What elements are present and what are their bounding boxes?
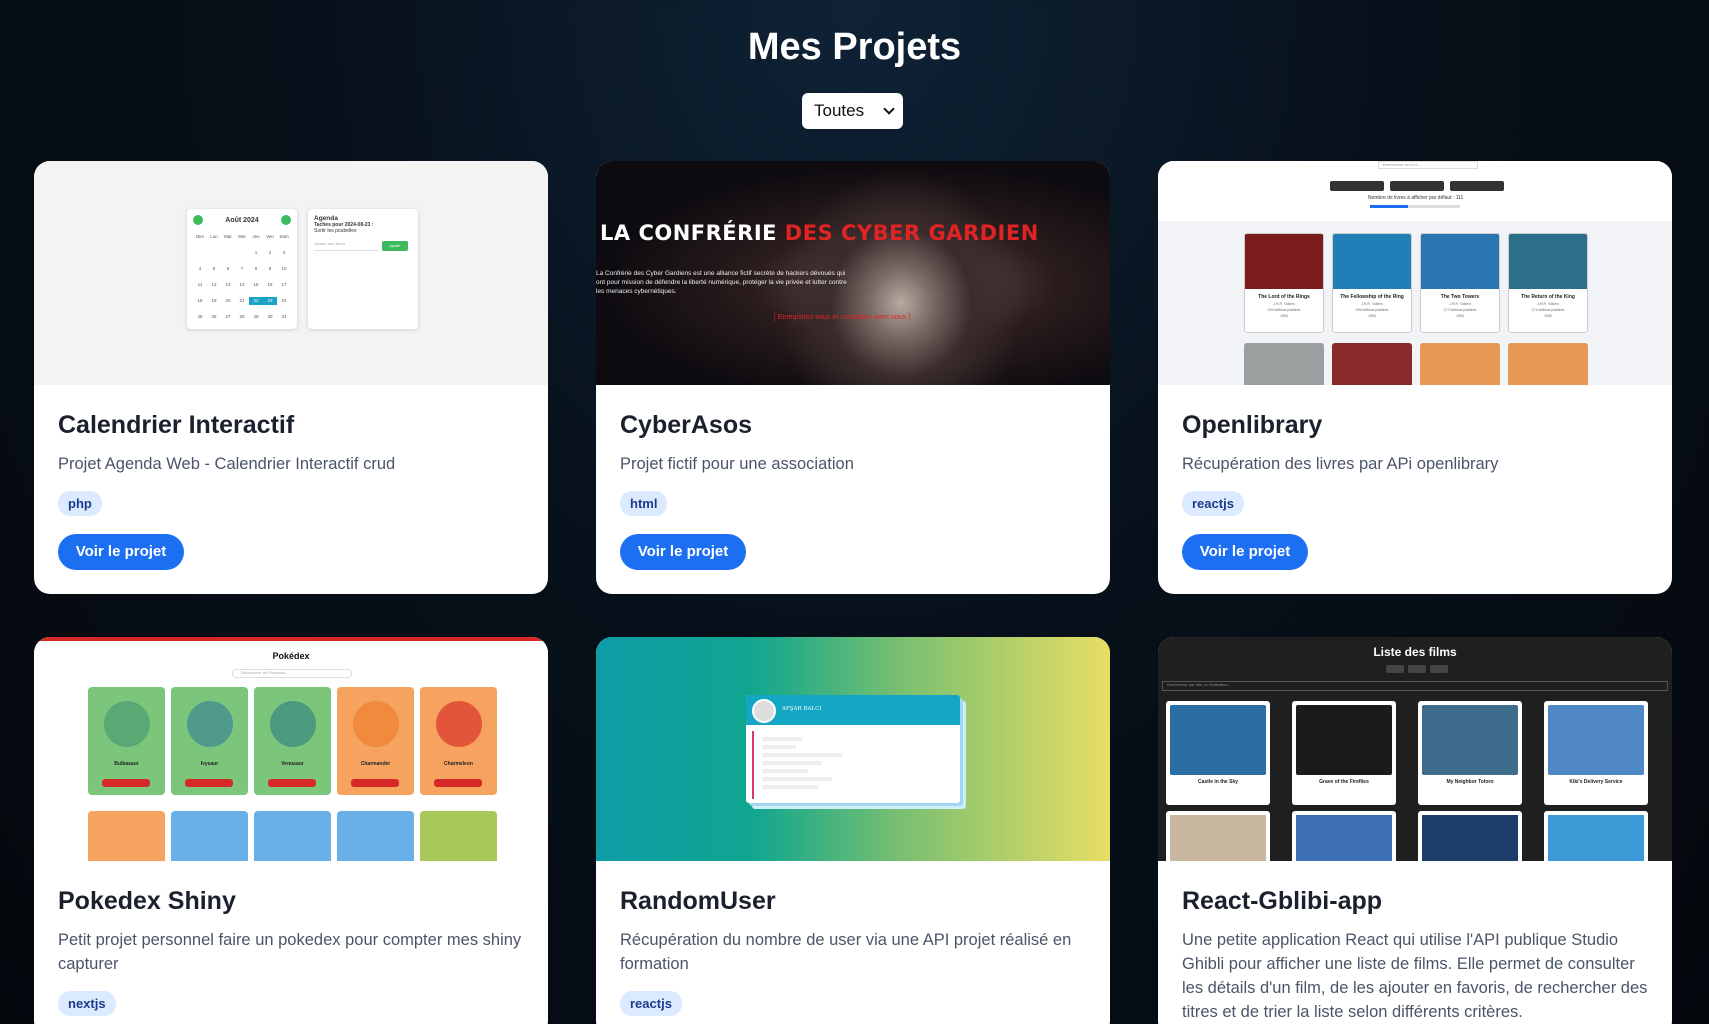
project-title: Pokedex Shiny: [58, 887, 236, 915]
film-card: Grave of the Fireflies: [1292, 701, 1396, 805]
pokemon-card: Charmander: [337, 687, 414, 795]
tech-tag: reactjs: [620, 991, 682, 1016]
book-card: The Lord of the Rings J.R.R. Tolkien 239…: [1244, 233, 1324, 333]
project-description: Projet Agenda Web - Calendrier Interacti…: [58, 455, 396, 473]
project-description: Projet fictif pour une association: [620, 455, 854, 473]
view-project-button[interactable]: Voir le projet: [58, 534, 184, 570]
project-card: Août 2024 Dim Lun Mar Mer Jeu Ven Sam 123 4567…: [34, 161, 548, 594]
user-profile-card: AFŞAR BALCI: [746, 695, 960, 803]
project-title: CyberAsos: [620, 411, 752, 439]
book-card: The Return of the King J.R.R. Tolkien 27…: [1508, 233, 1588, 333]
pokemon-card: Venusaur: [254, 687, 331, 795]
project-title: RandomUser: [620, 887, 776, 915]
project-description: Une petite application React qui utilise…: [1182, 931, 1648, 1021]
view-project-button[interactable]: Voir le projet: [1182, 534, 1308, 570]
filter-selected-value: Toutes: [814, 101, 865, 120]
project-thumbnail[interactable]: AFŞAR BALCI: [596, 637, 1110, 861]
avatar: [752, 699, 776, 723]
search-input: Rechercher un Pokémon...: [232, 669, 352, 678]
project-thumbnail[interactable]: Pokédex Rechercher un Pokémon... Bulbasa…: [34, 637, 548, 861]
project-description: Récupération des livres par APi openlibr…: [1182, 455, 1499, 473]
next-month-icon: [281, 215, 291, 225]
category-filter-select[interactable]: Toutes: [802, 93, 903, 129]
project-thumbnail[interactable]: Août 2024 Dim Lun Mar Mer Jeu Ven Sam 123 4567…: [34, 161, 548, 385]
chevron-down-icon: [883, 103, 895, 115]
project-card: Liste des films Rechercher par titre ou …: [1158, 637, 1672, 1024]
page-title: Mes Projets: [747, 26, 962, 68]
project-title: React-Gblibi-app: [1182, 887, 1383, 915]
calendar-widget: Août 2024 Dim Lun Mar Mer Jeu Ven Sam 123 4567…: [187, 209, 297, 329]
tech-tag: html: [620, 491, 668, 516]
film-card: My Neighbor Totoro: [1418, 701, 1522, 805]
film-card: Castle in the Sky: [1166, 701, 1270, 805]
cyber-text: La Confrérie des Cyber Gardiens est une …: [596, 270, 847, 295]
search-input: Rechercher un livre...: [1378, 161, 1478, 169]
project-thumbnail[interactable]: Rechercher un livre... Nombre de livres …: [1158, 161, 1672, 385]
project-description: Petit projet personnel faire un pokedex …: [58, 931, 522, 973]
tech-tag: php: [58, 491, 102, 516]
project-card: Rechercher un livre... Nombre de livres …: [1158, 161, 1672, 594]
pokemon-card: Ivysaur: [171, 687, 248, 795]
tech-tag: nextjs: [58, 991, 116, 1016]
project-card: AFŞAR BALCI RandomUser Récupération du n…: [596, 637, 1110, 1024]
pokemon-card: Bulbasaur: [88, 687, 165, 795]
pokemon-card: Charmeleon: [420, 687, 497, 795]
project-card: LA CONFRÉRIE DES CYBER GARDIEN La Confré…: [596, 161, 1110, 594]
project-thumbnail[interactable]: LA CONFRÉRIE DES CYBER GARDIEN La Confré…: [596, 161, 1110, 385]
book-card: The Fellowship of the Ring J.R.R. Tolkie…: [1332, 233, 1412, 333]
cyber-title: LA CONFRÉRIE DES CYBER GARDIEN: [600, 221, 1039, 245]
book-card: The Two Towers J.R.R. Tolkien 277 éditio…: [1420, 233, 1500, 333]
project-thumbnail[interactable]: Liste des films Rechercher par titre ou …: [1158, 637, 1672, 861]
range-slider: [1370, 205, 1460, 208]
project-title: Calendrier Interactif: [58, 411, 295, 439]
search-input: Rechercher par titre ou réalisateur...: [1162, 681, 1668, 691]
calendar-grid: Dim Lun Mar Mer Jeu Ven Sam 123 4 5 6 7 8 9 10 11 12 1…: [196, 234, 289, 319]
project-description: Récupération du nombre de user via une A…: [620, 931, 1072, 973]
tech-tag: reactjs: [1182, 491, 1244, 516]
cyber-cta: [ Enregistrez-vous et combattez avec nou…: [774, 314, 911, 321]
agenda-widget: Agenda Taches pour 2024-08-23 : Sortir l…: [308, 209, 418, 329]
view-project-button[interactable]: Voir le projet: [620, 534, 746, 570]
film-card: Kiki's Delivery Service: [1544, 701, 1648, 805]
project-card: Pokédex Rechercher un Pokémon... Bulbasa…: [34, 637, 548, 1024]
project-title: Openlibrary: [1182, 411, 1323, 439]
